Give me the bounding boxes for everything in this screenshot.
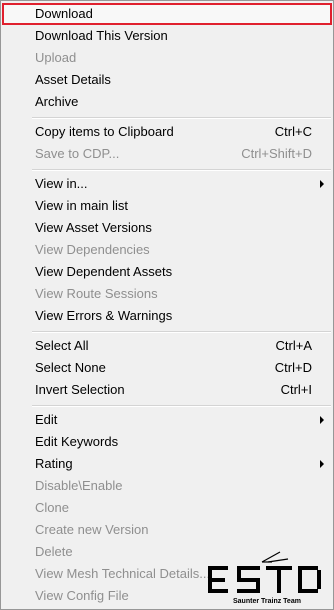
- menu-item-label: Download This Version: [35, 28, 168, 43]
- menu-item-upload: Upload: [2, 47, 332, 69]
- menu-item-label: Invert Selection: [35, 382, 125, 397]
- menu-separator: [32, 117, 331, 119]
- menu-item-label: View Mesh Technical Details...: [35, 566, 211, 581]
- menu-item-shortcut: Ctrl+Shift+D: [241, 146, 312, 161]
- menu-item-disable-enable: Disable\Enable: [2, 475, 332, 497]
- menu-item-label: Select All: [35, 338, 89, 353]
- menu-item-label: View Asset Versions: [35, 220, 152, 235]
- menu-item-label: Edit: [35, 412, 58, 427]
- menu-item-view-errors-warnings[interactable]: View Errors & Warnings: [2, 305, 332, 327]
- menu-item-shortcut: Ctrl+A: [275, 338, 312, 353]
- menu-item-copy-to-clipboard[interactable]: Copy items to Clipboard Ctrl+C: [2, 121, 332, 143]
- menu-item-view-asset-versions[interactable]: View Asset Versions: [2, 217, 332, 239]
- menu-item-shortcut: Ctrl+I: [280, 382, 312, 397]
- menu-item-label: Asset Details: [35, 72, 111, 87]
- menu-item-download[interactable]: Download: [2, 3, 332, 25]
- menu-item-label: Save to CDP...: [35, 146, 120, 161]
- menu-item-clone: Clone: [2, 497, 332, 519]
- menu-separator: [32, 169, 331, 171]
- menu-item-label: View Dependent Assets: [35, 264, 173, 279]
- menu-item-label: Upload: [35, 50, 77, 65]
- menu-item-label: Edit Keywords: [35, 434, 119, 449]
- menu-item-label: View Config File: [35, 588, 129, 603]
- context-menu: Download Download This Version Upload As…: [0, 0, 334, 610]
- menu-item-edit-keywords[interactable]: Edit Keywords: [2, 431, 332, 453]
- menu-item-invert-selection[interactable]: Invert Selection Ctrl+I: [2, 379, 332, 401]
- menu-item-shortcut: Ctrl+C: [274, 124, 312, 139]
- menu-item-select-all[interactable]: Select All Ctrl+A: [2, 335, 332, 357]
- menu-item-view-in[interactable]: View in...: [2, 173, 332, 195]
- menu-item-asset-details[interactable]: Asset Details: [2, 69, 332, 91]
- menu-item-label: Download: [35, 6, 93, 21]
- menu-item-view-route-sessions: View Route Sessions: [2, 283, 332, 305]
- menu-item-select-none[interactable]: Select None Ctrl+D: [2, 357, 332, 379]
- menu-item-label: Create new Version: [35, 522, 149, 537]
- menu-item-label: Copy items to Clipboard: [35, 124, 174, 139]
- menu-item-label: View Route Sessions: [35, 286, 158, 301]
- menu-item-delete: Delete: [2, 541, 332, 563]
- menu-item-view-dependencies: View Dependencies: [2, 239, 332, 261]
- menu-item-shortcut: Ctrl+D: [274, 360, 312, 375]
- menu-item-edit[interactable]: Edit: [2, 409, 332, 431]
- menu-item-archive[interactable]: Archive: [2, 91, 332, 113]
- menu-item-label: Archive: [35, 94, 79, 109]
- submenu-arrow-icon: [320, 416, 324, 424]
- menu-item-save-to-cdp: Save to CDP... Ctrl+Shift+D: [2, 143, 332, 165]
- menu-item-label: Delete: [35, 544, 73, 559]
- watermark-caption: Saunter Trainz Team: [233, 598, 301, 605]
- menu-separator: [32, 331, 331, 333]
- menu-item-rating[interactable]: Rating: [2, 453, 332, 475]
- menu-item-label: Select None: [35, 360, 106, 375]
- menu-item-label: View in...: [35, 176, 88, 191]
- submenu-arrow-icon: [320, 460, 324, 468]
- menu-separator: [32, 405, 331, 407]
- submenu-arrow-icon: [320, 180, 324, 188]
- menu-item-create-new-version: Create new Version: [2, 519, 332, 541]
- menu-item-view-dependent-assets[interactable]: View Dependent Assets: [2, 261, 332, 283]
- menu-item-label: View Errors & Warnings: [35, 308, 173, 323]
- menu-item-label: View Dependencies: [35, 242, 150, 257]
- menu-item-label: Rating: [35, 456, 73, 471]
- menu-item-download-this-version[interactable]: Download This Version: [2, 25, 332, 47]
- menu-item-view-in-main-list[interactable]: View in main list: [2, 195, 332, 217]
- menu-item-label: View in main list: [35, 198, 128, 213]
- menu-item-label: Disable\Enable: [35, 478, 123, 493]
- menu-item-view-mesh-technical-details: View Mesh Technical Details...: [2, 563, 332, 585]
- menu-item-label: Clone: [35, 500, 69, 515]
